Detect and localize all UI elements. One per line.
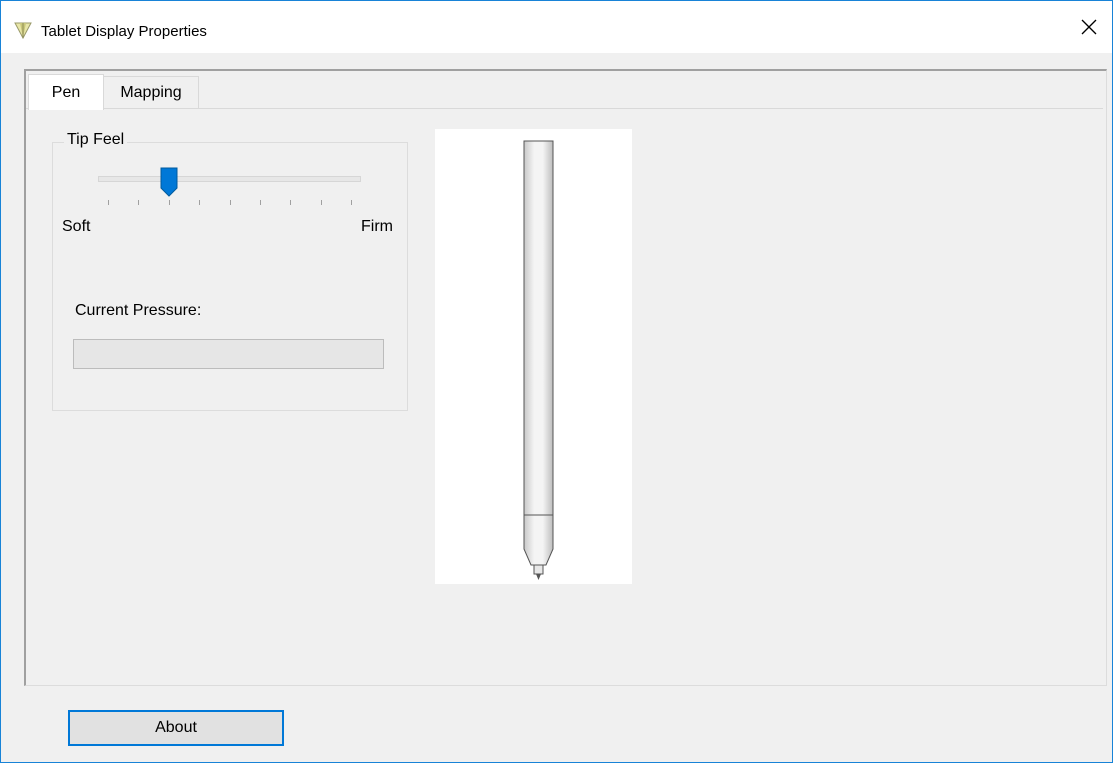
slider-tick bbox=[259, 200, 261, 205]
tab-mapping[interactable]: Mapping bbox=[103, 76, 199, 108]
slider-tick bbox=[199, 200, 201, 205]
tab-pen-label: Pen bbox=[51, 83, 81, 101]
pen-image bbox=[435, 129, 632, 584]
close-icon bbox=[1081, 19, 1097, 35]
soft-label: Soft bbox=[62, 218, 91, 235]
about-button-label: About bbox=[155, 719, 197, 736]
tip-feel-slider-track[interactable] bbox=[98, 176, 361, 182]
slider-tick bbox=[351, 200, 352, 205]
about-button[interactable]: About bbox=[68, 710, 284, 746]
tip-feel-group-label: Tip Feel bbox=[64, 131, 128, 149]
title-bar[interactable]: Tablet Display Properties bbox=[1, 1, 1112, 53]
tip-feel-slider-thumb[interactable] bbox=[160, 167, 178, 197]
firm-label: Firm bbox=[361, 218, 393, 235]
slider-tick bbox=[229, 200, 231, 205]
pressure-progress-bar bbox=[73, 339, 384, 369]
window-title: Tablet Display Properties bbox=[41, 23, 207, 40]
close-button[interactable] bbox=[1066, 1, 1112, 53]
tab-mapping-label: Mapping bbox=[120, 83, 182, 101]
slider-tick bbox=[168, 200, 170, 205]
tablet-pen-icon bbox=[14, 22, 32, 40]
pen-illustration bbox=[523, 140, 554, 580]
slider-tick bbox=[138, 200, 140, 205]
slider-tick bbox=[108, 200, 109, 205]
slider-tick bbox=[290, 200, 292, 205]
tip-feel-group bbox=[52, 142, 408, 411]
slider-tick bbox=[320, 200, 322, 205]
tab-strip-divider bbox=[26, 108, 1103, 109]
current-pressure-label: Current Pressure: bbox=[75, 302, 202, 319]
tab-pen[interactable]: Pen bbox=[28, 74, 104, 110]
